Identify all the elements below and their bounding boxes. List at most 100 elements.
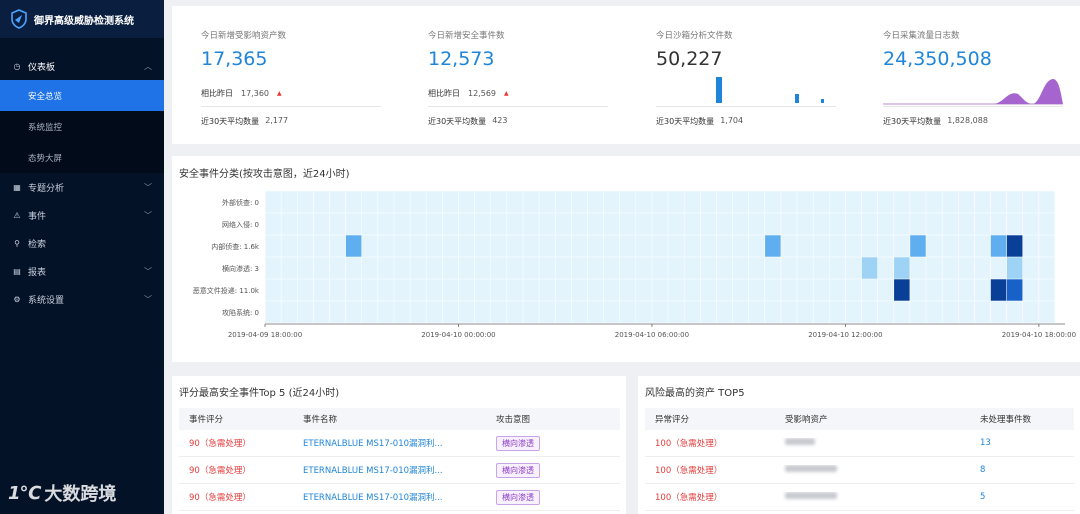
watermark-logo: 1℃: [8, 482, 41, 504]
heatmap-cell[interactable]: [894, 279, 910, 301]
stat-label: 今日新增受影响资产数: [201, 31, 287, 41]
sidebar-item-analysis[interactable]: ▦ 专题分析 ﹀: [0, 173, 164, 201]
top-events-title: 评分最高安全事件Top 5 (近24小时): [179, 388, 340, 399]
intent-tag[interactable]: 横向渗透: [496, 462, 540, 478]
sidebar-item-label: 事件: [28, 211, 47, 222]
sidebar-item-label: 报表: [28, 267, 47, 278]
warning-icon: ⚠: [13, 210, 21, 220]
event-name-link[interactable]: ETERNALBLUE MS17-010漏洞利...: [293, 437, 486, 449]
avg-label: 近30天平均数量: [428, 117, 487, 126]
stats-panel: 今日新增受影响资产数 17,365 相比昨日 17,360 ▲ 近30天平均数量…: [172, 6, 1080, 144]
dashboard-icon: ◷: [13, 61, 21, 71]
col-header-score[interactable]: 异常评分: [645, 413, 775, 425]
sidebar-item-events[interactable]: ⚠ 事件 ﹀: [0, 201, 164, 229]
table-row[interactable]: 90（急需处理） ETERNALBLUE MS17-010漏洞利... 横向渗透: [179, 457, 620, 484]
chevron-up-icon: ︿: [144, 61, 152, 71]
heatmap-cell[interactable]: [1006, 235, 1023, 257]
x-tick-label: 2019-04-10 18:00:00: [1002, 331, 1076, 339]
event-count-link[interactable]: 8: [970, 465, 1070, 475]
spark-bar: [795, 94, 799, 103]
heatmap-cell[interactable]: [861, 257, 878, 279]
sidebar-subitem-overview[interactable]: 安全总览: [0, 80, 164, 111]
top-assets-title: 风险最高的资产 TOP5: [645, 388, 745, 399]
heatmap-cell[interactable]: [1006, 257, 1023, 279]
redacted-asset[interactable]: [785, 465, 837, 472]
table-row[interactable]: 100（急需处理） 13: [645, 430, 1074, 457]
asset-score: 100（急需处理）: [655, 493, 723, 503]
top-events-table: 事件评分 事件名称 攻击意图 90（急需处理） ETERNALBLUE MS17…: [179, 408, 620, 511]
top-assets-table: 异常评分 受影响资产 未处理事件数 100（急需处理） 13 100（急需处理）…: [645, 408, 1074, 511]
sidebar-item-label: 仪表板: [28, 62, 56, 73]
intent-tag[interactable]: 横向渗透: [496, 435, 540, 451]
heatmap-cell[interactable]: [990, 235, 1007, 257]
event-name-link[interactable]: ETERNALBLUE MS17-010漏洞利...: [293, 464, 486, 476]
row-label: 攻陷系统: 0: [222, 308, 259, 317]
stat-compare: 相比昨日 12,569 ▲: [428, 88, 509, 99]
col-header-intent[interactable]: 攻击意图: [486, 413, 606, 425]
sidebar-subitem-monitor[interactable]: 系统监控: [0, 111, 164, 142]
asset-score: 100（急需处理）: [655, 439, 723, 449]
event-name-link[interactable]: ETERNALBLUE MS17-010漏洞利...: [293, 491, 486, 503]
spark-bar: [716, 77, 722, 103]
col-header-asset[interactable]: 受影响资产: [775, 413, 970, 425]
event-count-link[interactable]: 5: [970, 492, 1070, 502]
watermark: 1℃ 大数跨境: [8, 480, 116, 506]
avg-label: 近30天平均数量: [201, 117, 260, 126]
chevron-down-icon: ﹀: [144, 182, 152, 192]
x-tick-label: 2019-04-09 18:00:00: [228, 331, 302, 339]
stat-value: 12,573: [428, 48, 495, 70]
stat-avg: 近30天平均数量 423: [428, 116, 507, 127]
stat-value: 24,350,508: [883, 48, 992, 70]
spark-area: [1033, 79, 1063, 104]
col-header-count[interactable]: 未处理事件数: [970, 413, 1070, 425]
heatmap-cell[interactable]: [1006, 279, 1023, 301]
sidebar-item-search[interactable]: ⚲ 检索: [0, 229, 164, 257]
table-row[interactable]: 90（急需处理） ETERNALBLUE MS17-010漏洞利... 横向渗透: [179, 430, 620, 457]
heatmap-cell[interactable]: [910, 235, 926, 257]
sidebar-menu: ◷ 仪表板 ︿ 安全总览 系统监控 态势大屏 ▦ 专题分析 ﹀ ⚠ 事件 ﹀ ⚲…: [0, 52, 164, 313]
heatmap-cell[interactable]: [990, 279, 1007, 301]
sidebar-item-reports[interactable]: ▤ 报表 ﹀: [0, 257, 164, 285]
heatmap-panel: 安全事件分类(按攻击意图，近24小时) 外部侦查: 0 网络入侵: 0 内部侦查: …: [172, 156, 1080, 362]
redacted-asset[interactable]: [785, 438, 815, 445]
stat-value: 50,227: [656, 48, 723, 70]
x-tick-label: 2019-04-10 12:00:00: [808, 331, 882, 339]
col-header-score[interactable]: 事件评分: [179, 413, 293, 425]
top-assets-panel: 风险最高的资产 TOP5 异常评分 受影响资产 未处理事件数 100（急需处理）…: [638, 376, 1080, 514]
sidebar-subitem-bigscreen[interactable]: 态势大屏: [0, 142, 164, 173]
event-score: 90（急需处理）: [189, 493, 251, 503]
stat-label: 今日新增安全事件数: [428, 31, 505, 41]
sidebar-item-label: 系统设置: [28, 295, 65, 306]
col-header-name[interactable]: 事件名称: [293, 413, 486, 425]
table-row[interactable]: 90（急需处理） ETERNALBLUE MS17-010漏洞利... 横向渗透: [179, 484, 620, 511]
heatmap-cell[interactable]: [345, 235, 362, 257]
row-label: 恶意文件投递: 11.0k: [193, 286, 260, 295]
heatmap-cell[interactable]: [894, 257, 910, 279]
stat-avg: 近30天平均数量 1,704: [656, 116, 743, 127]
divider: [201, 106, 381, 107]
sidebar-submenu: 安全总览 系统监控 态势大屏: [0, 80, 164, 173]
report-icon: ▤: [13, 266, 21, 276]
table-header: 异常评分 受影响资产 未处理事件数: [645, 408, 1074, 430]
redacted-asset[interactable]: [785, 492, 837, 499]
table-row[interactable]: 100（急需处理） 5: [645, 484, 1074, 511]
stat-compare: 相比昨日 17,360 ▲: [201, 88, 282, 99]
row-label: 横向渗透: 3: [222, 264, 259, 273]
table-header: 事件评分 事件名称 攻击意图: [179, 408, 620, 430]
divider: [656, 106, 836, 107]
event-count-link[interactable]: 13: [970, 438, 1070, 448]
row-label: 外部侦查: 0: [222, 198, 259, 207]
trend-up-icon: ▲: [277, 90, 282, 97]
stat-label: 今日采集流量日志数: [883, 31, 960, 41]
compare-value: 17,360: [241, 89, 269, 98]
heatmap-cell[interactable]: [765, 235, 781, 257]
avg-label: 近30天平均数量: [656, 117, 715, 126]
stat-security-events: 今日新增安全事件数 12,573 相比昨日 12,569 ▲ 近30天平均数量 …: [428, 6, 608, 144]
traffic-area-sparkline: [883, 79, 1063, 105]
table-row[interactable]: 100（急需处理） 8: [645, 457, 1074, 484]
attack-intent-heatmap[interactable]: 外部侦查: 0 网络入侵: 0 内部侦查: 1.6k 横向渗透: 3 恶意文件投递: 1…: [172, 156, 1080, 362]
sidebar-item-settings[interactable]: ⚙ 系统设置 ﹀: [0, 285, 164, 313]
app-logo[interactable]: 御界高级威胁检测系统: [0, 0, 164, 38]
sidebar-item-dashboard[interactable]: ◷ 仪表板 ︿: [0, 52, 164, 80]
intent-tag[interactable]: 横向渗透: [496, 489, 540, 505]
